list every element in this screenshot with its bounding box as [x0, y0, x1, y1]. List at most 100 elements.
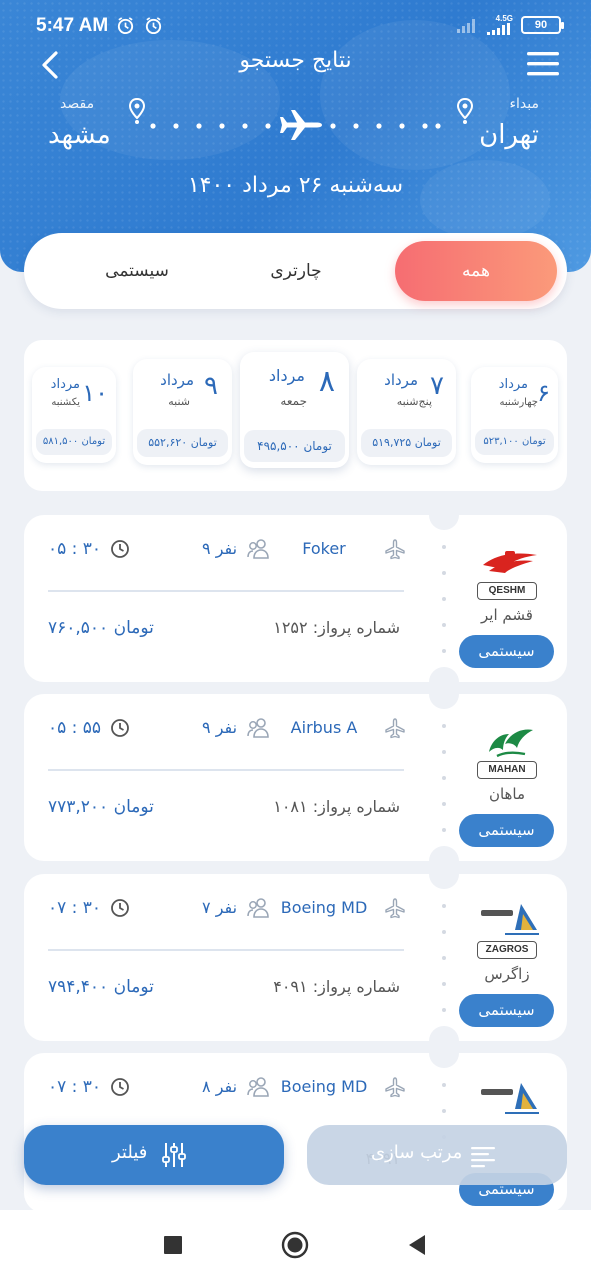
back-nav-button[interactable] — [403, 1231, 431, 1259]
filter-button[interactable]: فیلتر — [24, 1125, 284, 1185]
people-icon — [247, 718, 269, 738]
status-time: 5:47 AM — [36, 15, 109, 36]
status-bar: 5:47 AM 4.5G 90 — [0, 0, 591, 52]
map-continent — [420, 160, 550, 240]
origin-label: مبداء — [509, 96, 539, 112]
airline-name: زاگرس — [484, 965, 530, 983]
flight-price: ۷۹۴,۴۰۰ تومان — [48, 977, 154, 997]
ticket-separator — [442, 718, 446, 838]
day-number: ۹ — [204, 371, 218, 401]
airline-name: قشم ایر — [481, 606, 533, 624]
origin-city: تهران — [479, 120, 539, 150]
flight-type-badge[interactable]: سیستمی — [459, 635, 554, 668]
zagros-airlines-logo — [481, 904, 539, 935]
alarm-icon — [117, 17, 134, 35]
flight-card[interactable]: MAHAN ماهان سیستمی Airbus A ۹ نفر ۰۵ : ۵… — [24, 679, 567, 876]
tab-all[interactable]: همه — [395, 241, 557, 301]
sliders-icon — [162, 1143, 186, 1167]
clock-icon — [111, 1078, 129, 1096]
signal-bars-icon — [487, 23, 510, 35]
date-card[interactable]: ۶ مرداد چهارشنبه ۵۲۳,۱۰۰ تومان — [471, 367, 558, 463]
sort-button[interactable]: مرتب سازی — [307, 1125, 567, 1185]
flight-card[interactable]: QESHM قشم ایر سیستمی Foker ۹ نفر ۰۵ : ۳۰… — [24, 500, 567, 697]
day-weekday: یکشنبه — [51, 397, 80, 408]
people-icon — [247, 898, 269, 918]
flight-price: ۷۷۳,۲۰۰ تومان — [48, 797, 154, 817]
flight-number: شماره پرواز: ۱۲۵۲ — [273, 618, 400, 637]
day-weekday: جمعه — [280, 394, 307, 408]
date-selector: ۱۰ مرداد یکشنبه ۵۸۱,۵۰۰ تومان ۹ مرداد شن… — [24, 340, 567, 491]
date-card-selected[interactable]: ۸ مرداد جمعه ۴۹۵,۵۰۰ تومان — [240, 352, 349, 468]
day-price: ۵۲۳,۱۰۰ تومان — [475, 429, 554, 455]
filter-label: فیلتر — [112, 1142, 148, 1163]
hamburger-menu-button[interactable] — [527, 51, 559, 77]
departure-time: ۰۷ : ۳۰ — [48, 1077, 102, 1097]
date-card[interactable]: ۹ مرداد شنبه ۵۵۲,۶۲۰ تومان — [133, 359, 232, 465]
flight-type-badge[interactable]: سیستمی — [459, 814, 554, 847]
day-number: ۸ — [318, 364, 335, 399]
recents-button[interactable] — [159, 1231, 187, 1259]
home-button[interactable] — [281, 1231, 309, 1259]
mahan-air-logo — [489, 729, 533, 758]
people-icon — [247, 539, 269, 559]
day-month: مرداد — [50, 377, 80, 392]
alarm-icon — [145, 17, 162, 35]
sort-lines-icon — [471, 1147, 495, 1168]
day-number: ۶ — [537, 379, 550, 407]
day-price: ۵۸۱,۵۰۰ تومان — [36, 429, 112, 455]
aircraft-type: Boeing MD — [280, 898, 368, 917]
ticket-separator — [442, 898, 446, 1018]
airplane-icon — [385, 898, 405, 919]
location-pin-icon — [128, 98, 146, 124]
departure-time: ۰۷ : ۳۰ — [48, 898, 102, 918]
aircraft-type: Foker — [302, 539, 346, 558]
destination-city: مشهد — [48, 120, 111, 150]
day-month: مرداد — [268, 366, 305, 385]
flight-type-badge[interactable]: سیستمی — [459, 994, 554, 1027]
flight-type-tabs: همه چارتری سیستمی — [24, 233, 567, 309]
day-weekday: چهارشنبه — [499, 397, 538, 408]
day-price: ۵۵۲,۶۲۰ تومان — [137, 429, 228, 457]
airplane-icon — [385, 1077, 405, 1098]
header: 5:47 AM 4.5G 90 نتایج جستجو مبداء تهران … — [0, 0, 591, 272]
location-pin-icon — [456, 98, 474, 124]
status-right: 4.5G 90 — [457, 14, 564, 35]
zagros-airlines-logo — [481, 1083, 539, 1114]
airline-code: MAHAN — [477, 761, 537, 779]
flight-price: ۷۶۰,۵۰۰ تومان — [48, 618, 154, 638]
network-type: 4.5G — [495, 14, 513, 23]
day-number: ۷ — [430, 371, 444, 401]
system-navigation-bar — [0, 1210, 591, 1280]
passenger-count: ۷ نفر — [202, 898, 238, 917]
page-title: نتایج جستجو — [239, 48, 352, 73]
travel-date: سه‌شنبه ۲۶ مرداد ۱۴۰۰ — [187, 173, 404, 198]
date-card[interactable]: ۱۰ مرداد یکشنبه ۵۸۱,۵۰۰ تومان — [32, 367, 116, 463]
sort-label: مرتب سازی — [371, 1142, 463, 1163]
qeshm-air-logo — [483, 551, 537, 573]
signal-icon — [457, 19, 475, 33]
day-month: مرداد — [498, 377, 528, 392]
departure-time: ۰۵ : ۳۰ — [48, 539, 102, 559]
airplane-icon — [280, 110, 322, 140]
aircraft-type: Boeing MD — [280, 1077, 368, 1096]
clock-icon — [111, 719, 129, 737]
passenger-count: ۹ نفر — [202, 539, 238, 558]
flight-card[interactable]: ZAGROS زاگرس سیستمی Boeing MD ۷ نفر ۰۷ :… — [24, 859, 567, 1056]
airline-code: QESHM — [477, 582, 537, 600]
tab-system[interactable]: سیستمی — [62, 241, 212, 301]
day-price: ۴۹۵,۵۰۰ تومان — [244, 430, 345, 462]
passenger-count: ۹ نفر — [202, 718, 238, 737]
ticket-separator — [442, 539, 446, 659]
date-card[interactable]: ۷ مرداد پنج‌شنبه ۵۱۹,۷۲۵ تومان — [357, 359, 456, 465]
day-weekday: پنج‌شنبه — [396, 395, 432, 408]
day-month: مرداد — [384, 371, 418, 389]
clock-icon — [111, 540, 129, 558]
flight-number: شماره پرواز: ۱۰۸۱ — [273, 797, 400, 816]
tab-charter[interactable]: چارتری — [238, 241, 354, 301]
airplane-icon — [385, 718, 405, 739]
aircraft-type: Airbus A — [290, 718, 358, 737]
day-month: مرداد — [160, 371, 194, 389]
day-price: ۵۱۹,۷۲۵ تومان — [361, 429, 452, 457]
airline-code: ZAGROS — [477, 941, 537, 959]
airplane-icon — [385, 539, 405, 560]
